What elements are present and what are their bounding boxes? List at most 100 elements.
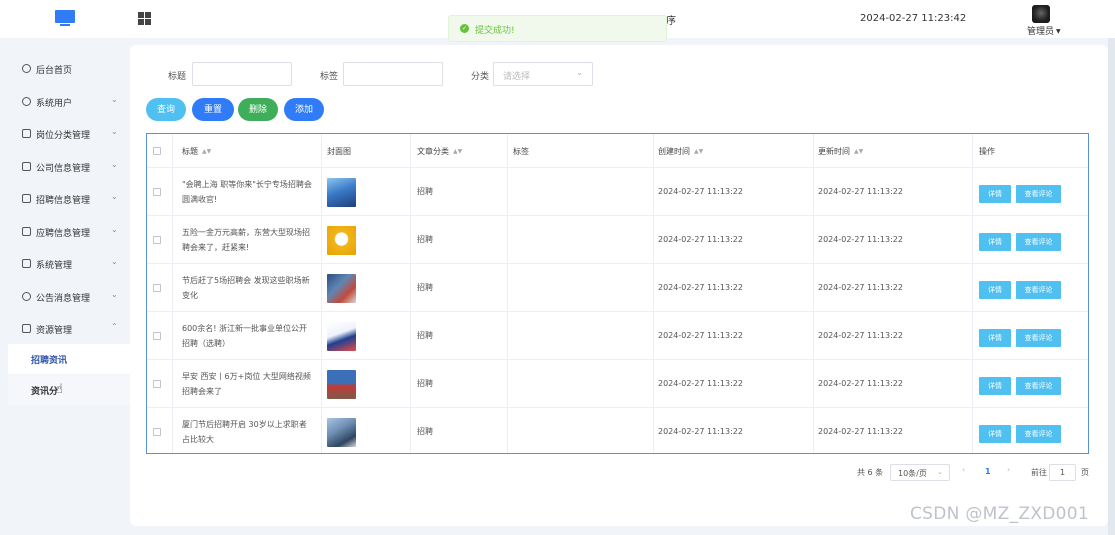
sidebar-subitem-label: 招聘资讯: [31, 356, 68, 366]
cover-image: [327, 226, 356, 255]
monitor-logo-icon[interactable]: [55, 10, 75, 26]
cover-image: [327, 322, 356, 351]
row-updated: 2024-02-27 11:13:22: [818, 331, 903, 340]
sidebar-subitem-news-category[interactable]: 资讯分: [8, 375, 130, 405]
goto-page-input[interactable]: 1: [1049, 464, 1076, 481]
column-header-cover: 封面图: [327, 147, 351, 156]
column-header-category[interactable]: 文章分类 ▲▼: [417, 134, 462, 168]
column-header-updated[interactable]: 更新时间 ▲▼: [818, 134, 863, 168]
category-select[interactable]: 请选择 ⌄: [493, 62, 593, 86]
sidebar-item-recruitment[interactable]: 招聘信息管理 ⌄: [0, 183, 130, 215]
row-title: 五险一金万元高薪，东营大型现场招聘会来了，赶紧来!: [182, 228, 310, 252]
sidebar-item-label: 后台首页: [36, 66, 73, 76]
check-circle-icon: ✓: [460, 24, 469, 33]
row-checkbox[interactable]: [153, 284, 161, 292]
user-name: 管理员: [1027, 27, 1055, 37]
view-comments-button[interactable]: 查看评论: [1016, 281, 1061, 299]
detail-button[interactable]: 详情: [979, 377, 1011, 395]
loading-icon: [22, 292, 31, 301]
row-title: "会聘上海 职等你来"长宁专场招聘会圆满收官!: [182, 180, 312, 204]
row-checkbox[interactable]: [153, 428, 161, 436]
page-suffix: 页: [1081, 468, 1089, 477]
chevron-down-icon: ⌄: [111, 160, 118, 169]
current-datetime: 2024-02-27 11:23:42: [860, 13, 967, 24]
reset-button[interactable]: 重置: [192, 98, 234, 121]
detail-button[interactable]: 详情: [979, 425, 1011, 443]
chevron-down-icon: ⌄: [111, 127, 118, 136]
row-title: 600余名! 浙江新一批事业单位公开招聘（选聘）: [182, 324, 308, 348]
sidebar-item-label: 岗位分类管理: [36, 131, 91, 141]
row-title: 厦门节后招聘开启 30岁以上求职者占比较大: [182, 420, 307, 444]
chevron-up-icon: ⌃: [111, 322, 118, 331]
row-checkbox[interactable]: [153, 188, 161, 196]
view-comments-button[interactable]: 查看评论: [1016, 233, 1061, 251]
menu-grid-icon[interactable]: [138, 12, 151, 25]
clock-icon: [22, 64, 31, 73]
detail-button[interactable]: 详情: [979, 233, 1011, 251]
sidebar-item-company[interactable]: 公司信息管理 ⌄: [0, 151, 130, 183]
sidebar-item-label: 系统用户: [36, 99, 73, 109]
sort-icon[interactable]: ▲▼: [202, 148, 211, 155]
row-category: 招聘: [417, 235, 433, 244]
select-all-checkbox[interactable]: [153, 147, 161, 155]
sidebar-item-dashboard[interactable]: 后台首页: [0, 53, 130, 85]
row-checkbox[interactable]: [153, 332, 161, 340]
row-checkbox[interactable]: [153, 380, 161, 388]
row-created: 2024-02-27 11:13:22: [658, 187, 743, 196]
sidebar-subitem-recruit-news[interactable]: 招聘资讯: [8, 344, 130, 374]
chevron-down-icon: ⌄: [576, 68, 583, 77]
row-category: 招聘: [417, 331, 433, 340]
table-header: 标题 ▲▼ 封面图 文章分类 ▲▼ 标签 创建时间 ▲▼ 更新时间 ▲▼ 操作: [147, 134, 1088, 168]
tag-filter-input[interactable]: [343, 62, 443, 86]
sidebar-item-job-category[interactable]: 岗位分类管理 ⌄: [0, 118, 130, 150]
tag-filter-label: 标签: [320, 72, 339, 82]
delete-button[interactable]: 删除: [238, 98, 278, 121]
column-header-actions: 操作: [979, 147, 995, 156]
view-comments-button[interactable]: 查看评论: [1016, 425, 1061, 443]
avatar[interactable]: [1032, 5, 1050, 23]
user-menu[interactable]: 管理员 ▼: [1027, 24, 1061, 37]
main-panel: 标题 标签 分类 请选择 ⌄ 查询 重置 删除 添加 标题 ▲▼ 封面图 文章分类…: [130, 45, 1108, 526]
hand-cursor-icon: ☝: [55, 382, 63, 397]
page-number-current[interactable]: 1: [985, 467, 991, 487]
add-button[interactable]: 添加: [284, 98, 324, 121]
column-header-label: 标题: [182, 147, 198, 156]
sidebar-item-users[interactable]: 系统用户 ⌄: [0, 86, 130, 118]
sort-icon[interactable]: ▲▼: [854, 148, 863, 155]
detail-button[interactable]: 详情: [979, 329, 1011, 347]
title-filter-input[interactable]: [192, 62, 292, 86]
query-button[interactable]: 查询: [146, 98, 186, 121]
page-size-value: 10条/页: [898, 469, 927, 478]
scrollbar-track[interactable]: [1108, 38, 1115, 535]
table-row: 节后赶了5场招聘会 发现这些职场新变化 招聘 2024-02-27 11:13:…: [147, 264, 1088, 312]
page-size-select[interactable]: 10条/页 ⌄: [890, 464, 950, 481]
row-checkbox[interactable]: [153, 236, 161, 244]
view-comments-button[interactable]: 查看评论: [1016, 377, 1061, 395]
row-created: 2024-02-27 11:13:22: [658, 283, 743, 292]
table-row: 早安 西安丨6万+岗位 大型网络视频招聘会来了 招聘 2024-02-27 11…: [147, 360, 1088, 408]
row-updated: 2024-02-27 11:13:22: [818, 187, 903, 196]
detail-button[interactable]: 详情: [979, 185, 1011, 203]
sidebar-item-label: 系统管理: [36, 261, 73, 271]
row-category: 招聘: [417, 187, 433, 196]
sidebar-item-label: 资源管理: [36, 326, 73, 336]
detail-button[interactable]: 详情: [979, 281, 1011, 299]
view-comments-button[interactable]: 查看评论: [1016, 185, 1061, 203]
sort-icon[interactable]: ▲▼: [453, 148, 462, 155]
column-header-created[interactable]: 创建时间 ▲▼: [658, 134, 703, 168]
cover-image: [327, 370, 356, 399]
column-header-title[interactable]: 标题 ▲▼: [182, 134, 211, 168]
next-page-icon[interactable]: ›: [1007, 465, 1010, 485]
sidebar-item-announcements[interactable]: 公告消息管理 ⌄: [0, 281, 130, 313]
sidebar-item-resources[interactable]: 资源管理 ⌃: [0, 313, 130, 345]
view-comments-button[interactable]: 查看评论: [1016, 329, 1061, 347]
prev-page-icon[interactable]: ‹: [962, 465, 965, 485]
sidebar-item-system[interactable]: 系统管理 ⌄: [0, 248, 130, 280]
sort-icon[interactable]: ▲▼: [694, 148, 703, 155]
document-icon: [22, 162, 31, 171]
toast-message: 提交成功!: [475, 26, 515, 36]
row-category: 招聘: [417, 283, 433, 292]
row-created: 2024-02-27 11:13:22: [658, 379, 743, 388]
chevron-down-icon: ⌄: [111, 192, 118, 201]
sidebar-item-applications[interactable]: 应聘信息管理 ⌄: [0, 216, 130, 248]
